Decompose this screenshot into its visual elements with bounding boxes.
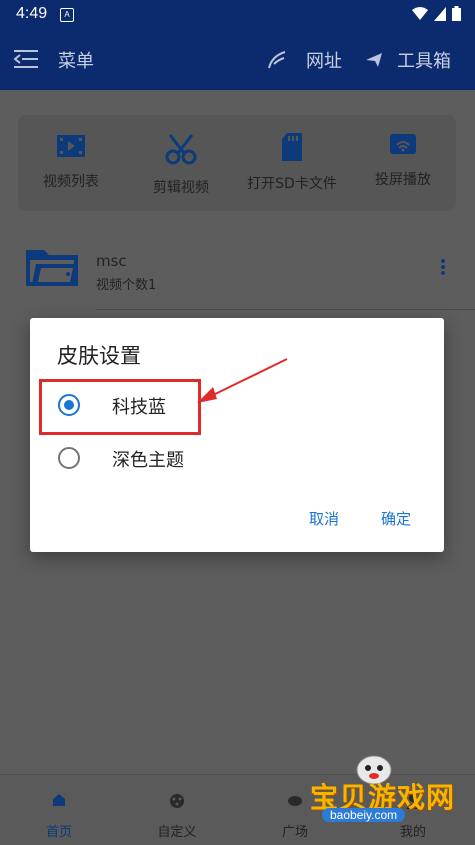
skin-settings-dialog: 皮肤设置 科技蓝 深色主题 取消 确定: [30, 318, 444, 552]
custom-icon: [170, 794, 184, 808]
quick-label: 剪辑视频: [153, 180, 209, 196]
signal-icon: [434, 6, 446, 21]
confirm-button[interactable]: 确定: [381, 508, 411, 529]
divider: [96, 309, 475, 310]
menu-label[interactable]: 菜单: [58, 47, 94, 73]
status-bar: 4:49 A: [0, 0, 475, 30]
more-options-icon[interactable]: [440, 258, 446, 276]
video-list-icon: [57, 135, 85, 157]
nav-label: 自定义: [157, 825, 197, 840]
nav-home[interactable]: 首页: [0, 775, 118, 845]
tools-label[interactable]: 工具箱: [397, 47, 451, 73]
folder-name: msc: [96, 252, 127, 270]
quick-video-list[interactable]: 视频列表: [21, 133, 121, 191]
radio-unselected[interactable]: [58, 447, 80, 469]
watermark: 宝贝游戏网 baobeiy.com: [292, 752, 462, 842]
watermark-url: baobeiy.com: [322, 808, 406, 822]
quick-label: 投屏播放: [375, 172, 431, 188]
quick-cast[interactable]: 投屏播放: [353, 133, 453, 189]
dialog-title: 皮肤设置: [57, 344, 141, 368]
annotation-arrow-icon: [197, 358, 288, 403]
menu-icon[interactable]: [14, 48, 40, 70]
annotation-highlight-box: [39, 379, 201, 435]
quick-edit-video[interactable]: 剪辑视频: [131, 133, 231, 197]
quick-label: 视频列表: [43, 174, 99, 190]
nav-label: 首页: [45, 825, 72, 840]
sd-card-icon: [282, 133, 302, 161]
home-icon: [53, 794, 65, 806]
quick-open-sd[interactable]: 打开SD卡文件: [242, 133, 342, 193]
nav-custom[interactable]: 自定义: [118, 775, 236, 845]
folder-item[interactable]: msc 视频个数1: [0, 230, 475, 310]
app-bar: 菜单 网址 工具箱: [0, 30, 475, 90]
folder-video-count: 视频个数1: [96, 278, 157, 293]
url-icon[interactable]: [266, 50, 288, 70]
scissors-icon: [165, 134, 197, 165]
cancel-button[interactable]: 取消: [309, 508, 339, 529]
wifi-icon: [412, 6, 428, 20]
cast-icon: [390, 134, 416, 154]
battery-icon: [452, 6, 461, 21]
url-label[interactable]: 网址: [306, 47, 342, 73]
tools-icon[interactable]: [364, 50, 386, 70]
folder-icon: [26, 250, 78, 286]
option-label: 深色主题: [112, 450, 184, 471]
option-dark-theme[interactable]: 深色主题: [30, 433, 444, 483]
quick-actions-card: 视频列表 剪辑视频 打开SD卡文件 投屏播放: [18, 115, 456, 211]
system-icons: [412, 6, 461, 21]
status-time: 4:49: [16, 5, 48, 22]
quick-label: 打开SD卡文件: [247, 176, 337, 192]
app-notification-icon: A: [60, 8, 74, 22]
